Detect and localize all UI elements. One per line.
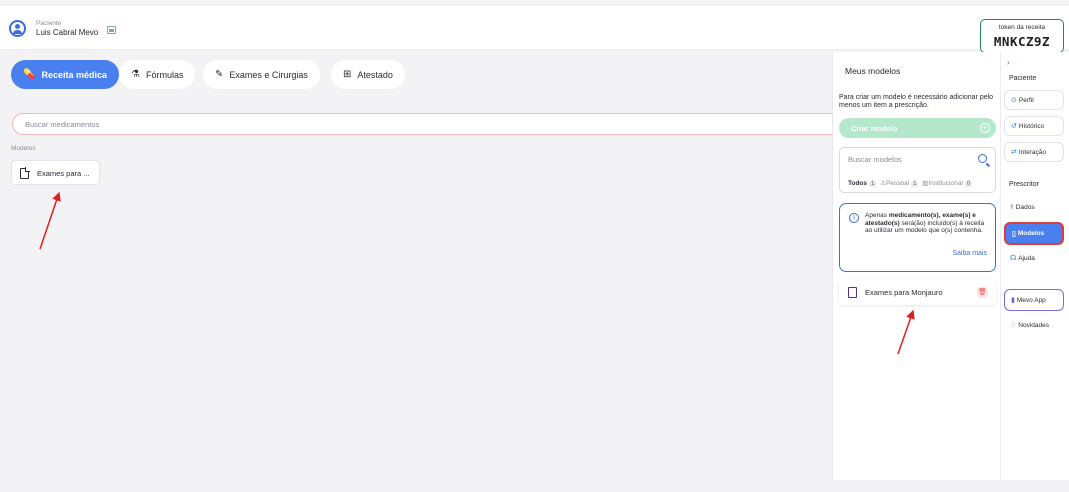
panel-info: Para criar um modelo é necessário adicio… <box>839 94 994 109</box>
phone-icon: ▮ <box>1011 297 1015 304</box>
chevron-right-icon[interactable]: › <box>1007 58 1010 67</box>
tab-receita-medica[interactable]: 💊 Receita médica <box>11 60 119 89</box>
model-card-label: Exames para ... <box>37 169 90 178</box>
document-icon: ▯ <box>1012 230 1016 238</box>
filter-all[interactable]: Todos <box>848 180 867 187</box>
tab-label: Atestado <box>357 69 393 80</box>
notice-pre: Apenas <box>865 212 889 219</box>
create-model-label: Criar modelo <box>851 124 898 133</box>
sidebar-label: Ajuda <box>1018 254 1035 262</box>
swap-icon: ⇄ <box>1011 149 1017 156</box>
document-icon <box>20 167 30 179</box>
filter-institutional[interactable]: Institucional <box>928 180 962 187</box>
search-icon[interactable] <box>978 154 987 163</box>
document-plus-icon: ⊞ <box>343 69 352 80</box>
info-notice: i Apenas medicamento(s), exame(s) e ates… <box>839 203 996 272</box>
tab-formulas[interactable]: ⚗ Fórmulas <box>119 60 196 89</box>
header: Paciente Luis Cabral Mevo token da recei… <box>0 6 1069 53</box>
model-card[interactable]: Exames para ... <box>11 160 100 185</box>
sidebar-label: Modelos <box>1017 230 1045 237</box>
user-circle-icon: ⊙ <box>1011 97 1017 104</box>
tab-label: Exames e Cirurgias <box>229 69 308 80</box>
tab-exames-cirurgias[interactable]: ✎ Exames e Cirurgias <box>203 60 320 89</box>
history-icon: ↺ <box>1011 123 1017 130</box>
document-icon <box>848 287 857 298</box>
sidebar-item-mevo-app[interactable]: ▮ Mevo App <box>1004 289 1064 311</box>
info-icon: i <box>849 213 859 223</box>
sidebar-item-perfil[interactable]: ⊙ Perfil <box>1004 90 1064 110</box>
sidebar-label: Dados <box>1015 203 1035 211</box>
token-value: MNKCZ9Z <box>993 34 1051 49</box>
trash-icon[interactable]: 🗑 <box>977 287 988 298</box>
filter-personal-count: 1 <box>911 181 919 187</box>
search-models-box[interactable]: Buscar modelos Todos 1 ♙Pessoal 1 ▥Institu… <box>839 147 996 193</box>
create-model-button[interactable]: Criar modelo + <box>839 118 996 138</box>
broken-image-icon <box>107 26 116 34</box>
tab-label: Receita médica <box>41 69 107 80</box>
saiba-mais-link[interactable]: Saiba mais <box>952 250 987 257</box>
model-filters: Todos 1 ♙Pessoal 1 ▥Institucional 0 <box>848 179 974 187</box>
sidebar-item-novidades[interactable]: ♢ Novidades <box>1004 315 1064 335</box>
lightbulb-icon: ♢ <box>1010 322 1017 329</box>
sidebar-item-ajuda[interactable]: ☊ Ajuda <box>1004 248 1064 268</box>
sidebar-item-historico[interactable]: ↺ Histórico <box>1004 116 1064 136</box>
sidebar-label: Histórico <box>1018 122 1045 130</box>
section-paciente: Paciente <box>1009 75 1037 82</box>
doctor-icon: ⚕ <box>1010 204 1014 211</box>
help-icon: ☊ <box>1010 255 1017 262</box>
scalpel-icon: ✎ <box>215 69 224 80</box>
sidebar-item-interacao[interactable]: ⇄ Interação <box>1004 142 1064 162</box>
patient-avatar-icon <box>9 20 26 37</box>
pills-icon: 💊 <box>23 69 36 80</box>
sidebar-item-modelos[interactable]: ▯ Modelos <box>1004 222 1064 245</box>
token-box: token da receita MNKCZ9Z <box>980 19 1064 53</box>
token-label: token da receita <box>998 24 1046 31</box>
section-prescritor: Prescritor <box>1009 181 1039 188</box>
right-sidebar: › Paciente ⊙ Perfil ↺ Histórico ⇄ Interação… <box>1000 52 1069 480</box>
model-item-label: Exames para Monjauro <box>865 288 943 297</box>
search-models-placeholder: Buscar modelos <box>848 155 902 164</box>
filter-personal[interactable]: Pessoal <box>886 180 909 187</box>
plus-icon: + <box>980 123 990 133</box>
panel-title: Meus modelos <box>845 66 901 76</box>
search-placeholder: Buscar medicamentos <box>25 120 100 129</box>
sidebar-item-dados[interactable]: ⚕ Dados <box>1004 197 1064 217</box>
flask-icon: ⚗ <box>131 69 140 80</box>
sidebar-label: Novidades <box>1018 321 1049 329</box>
models-section-label: Modelos <box>11 145 36 152</box>
meus-modelos-panel: Meus modelos Para criar um modelo é nece… <box>832 52 1000 480</box>
notice-text: Apenas medicamento(s), exame(s) e atesta… <box>865 212 990 235</box>
model-item[interactable]: Exames para Monjauro 🗑 <box>839 280 996 305</box>
search-medicamentos-input[interactable]: Buscar medicamentos <box>12 113 842 135</box>
filter-institutional-count: 0 <box>964 181 973 187</box>
patient-name: Luis Cabral Mevo <box>36 28 99 37</box>
sidebar-label: Interação <box>1018 148 1046 156</box>
sidebar-label: Mevo App <box>1016 296 1046 304</box>
filter-all-count: 1 <box>869 181 877 187</box>
sidebar-label: Perfil <box>1018 96 1034 104</box>
patient-caption: Paciente <box>36 20 62 27</box>
tab-atestado[interactable]: ⊞ Atestado <box>331 60 405 89</box>
tab-label: Fórmulas <box>145 69 184 80</box>
